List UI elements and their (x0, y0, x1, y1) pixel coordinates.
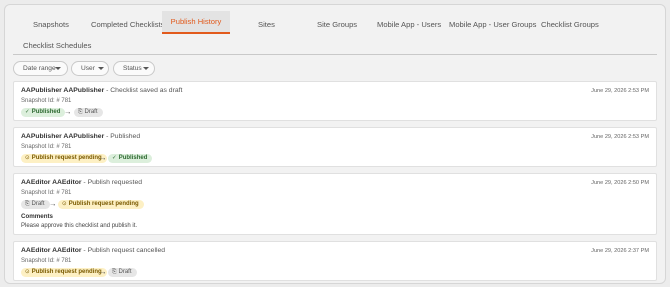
history-entry: AAEditor AAEditor - Publish requested Ju… (13, 173, 657, 235)
entry-header: AAPublisher AAPublisher - Published (21, 133, 140, 140)
tab-publish-history[interactable]: Publish History (162, 11, 230, 33)
copy-icon: ⎘ (112, 269, 117, 275)
arrow-right-icon: → (64, 107, 72, 116)
entry-user: AAEditor AAEditor (21, 247, 82, 254)
entry-user: AAPublisher AAPublisher (21, 133, 105, 140)
entry-header: AAPublisher AAPublisher - Checklist save… (21, 87, 182, 94)
date-range-filter-label: Date range (23, 65, 56, 72)
active-tab-indicator (162, 32, 230, 34)
tab-mobile-app-user-groups[interactable]: Mobile App - User Groups (449, 20, 536, 29)
history-entry: AAPublisher AAPublisher - Checklist save… (13, 81, 657, 121)
entry-header: AAEditor AAEditor - Publish request canc… (21, 247, 165, 254)
date-range-filter[interactable]: Date range (13, 61, 68, 76)
chevron-down-icon (98, 67, 104, 70)
entry-snapshot-id: Snapshot Id: # 781 (21, 144, 72, 150)
check-icon: ✓ (112, 155, 117, 161)
arrow-right-icon: → (99, 153, 107, 162)
status-filter-label: Status (123, 65, 142, 72)
clock-icon: ⊙ (25, 269, 30, 275)
arrow-right-icon: → (99, 267, 107, 276)
status-badge: ⊙ Publish request pending (21, 268, 107, 277)
entry-action: - Checklist saved as draft (104, 87, 183, 94)
tab-site-groups[interactable]: Site Groups (317, 20, 357, 29)
arrow-right-icon: → (49, 199, 57, 208)
entry-date: June 29, 2026 2:53 PM (591, 134, 649, 140)
history-entry: AAPublisher AAPublisher - Published June… (13, 127, 657, 167)
status-badge-label: Draft (84, 109, 98, 115)
entry-action: - Publish request cancelled (81, 247, 166, 254)
status-badge-label: Published (118, 155, 148, 161)
copy-icon: ⎘ (25, 201, 30, 207)
status-badge: ⎘ Draft (108, 268, 137, 277)
entry-snapshot-id: Snapshot Id: # 781 (21, 258, 72, 264)
status-badge-label: Published (31, 109, 61, 115)
user-filter[interactable]: User (71, 61, 109, 76)
entry-snapshot-id: Snapshot Id: # 781 (21, 98, 72, 104)
tab-completed-checklists[interactable]: Completed Checklists (91, 20, 164, 29)
status-badge-label: Draft (118, 269, 132, 275)
status-badge-label: Publish request pending (31, 269, 102, 275)
tab-snapshots[interactable]: Snapshots (33, 20, 69, 29)
status-badge-label: Publish request pending (68, 201, 139, 207)
copy-icon: ⎘ (78, 109, 83, 115)
check-icon: ✓ (25, 109, 30, 115)
entry-date: June 29, 2026 2:37 PM (591, 248, 649, 254)
tab-mobile-app-users[interactable]: Mobile App - Users (377, 20, 441, 29)
tab-checklist-schedules[interactable]: Checklist Schedules (23, 41, 91, 50)
history-entry: AAEditor AAEditor - Publish request canc… (13, 241, 657, 281)
status-badge: ⎘ Draft (21, 200, 50, 209)
status-badge: ✓ Published (21, 108, 66, 117)
entry-snapshot-id: Snapshot Id: # 781 (21, 190, 72, 196)
user-filter-label: User (81, 65, 95, 72)
status-badge: ⎘ Draft (74, 108, 103, 117)
entry-header: AAEditor AAEditor - Publish requested (21, 179, 142, 186)
entry-date: June 29, 2026 2:53 PM (591, 88, 649, 94)
tab-sites[interactable]: Sites (258, 20, 275, 29)
status-filter[interactable]: Status (113, 61, 155, 76)
entry-action: - Published (104, 133, 141, 140)
entry-action: - Publish requested (81, 179, 142, 186)
status-badge-label: Publish request pending (31, 155, 102, 161)
comments-label: Comments (21, 213, 53, 220)
status-badge: ⊙ Publish request pending (21, 154, 107, 163)
entry-user: AAPublisher AAPublisher (21, 87, 105, 94)
tab-checklist-groups[interactable]: Checklist Groups (541, 20, 599, 29)
entry-date: June 29, 2026 2:50 PM (591, 180, 649, 186)
chevron-down-icon (143, 67, 149, 70)
status-badge-label: Draft (31, 201, 45, 207)
status-badge: ✓ Published (108, 154, 153, 163)
chevron-down-icon (55, 67, 61, 70)
clock-icon: ⊙ (62, 201, 67, 207)
status-badge: ⊙ Publish request pending (58, 200, 144, 209)
entry-user: AAEditor AAEditor (21, 179, 82, 186)
app-frame: Snapshots Completed Checklists Publish H… (4, 4, 666, 284)
comment-text: Please approve this checklist and publis… (21, 223, 138, 229)
clock-icon: ⊙ (25, 155, 30, 161)
tab-bar: Snapshots Completed Checklists Publish H… (13, 11, 657, 55)
